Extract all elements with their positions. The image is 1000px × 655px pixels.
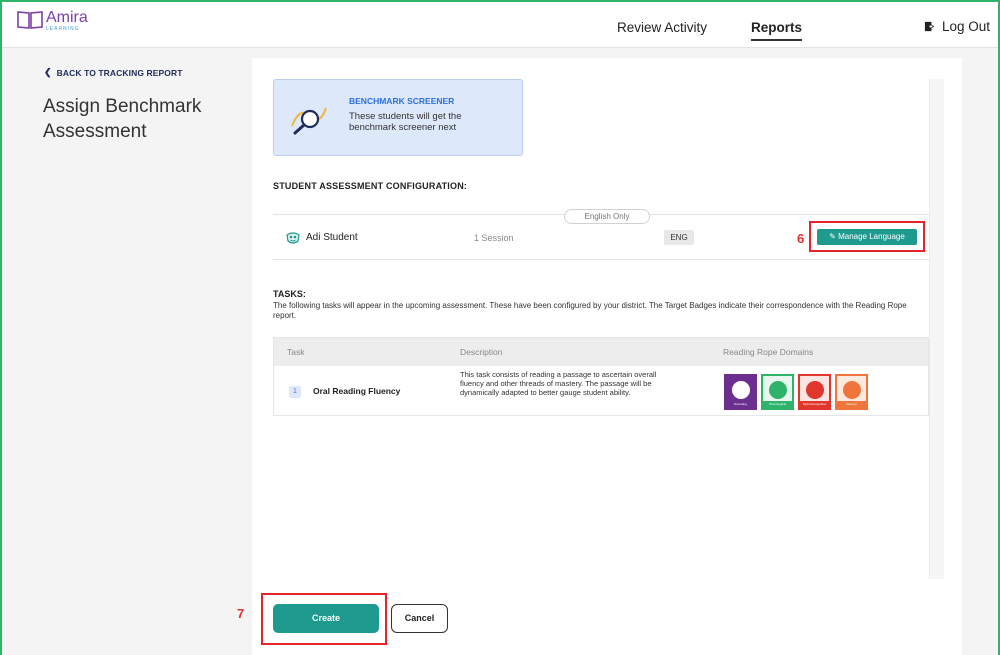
screener-title: BENCHMARK SCREENER: [349, 96, 455, 106]
task-number: 1: [289, 386, 301, 398]
manage-language-label: Manage Language: [838, 232, 905, 241]
student-name: Adi Student: [306, 232, 358, 243]
task-name: Oral Reading Fluency: [313, 386, 401, 396]
badge-caption: Phonological Awareness: [763, 401, 792, 408]
book-logo-icon: [17, 11, 43, 29]
tasks-section-title: TASKS:: [273, 289, 306, 299]
create-button[interactable]: Create: [273, 604, 379, 633]
tasks-table-header: Task Description Reading Rope Domains: [274, 338, 928, 366]
annotation-number-6: 6: [797, 231, 805, 246]
session-count: 1 Session: [474, 233, 514, 243]
sight-recognition-badge: Sight Recognition: [798, 374, 831, 410]
annotation-number-7: 7: [237, 606, 245, 621]
manage-language-button[interactable]: ✎ Manage Language: [817, 229, 917, 245]
cancel-button[interactable]: Cancel: [391, 604, 448, 633]
screener-description: These students will get the benchmark sc…: [349, 111, 462, 133]
phonological-awareness-icon: [769, 381, 787, 399]
task-description: This task consists of reading a passage …: [460, 370, 657, 397]
badge-caption: Sight Recognition: [800, 401, 829, 408]
scrollbar[interactable]: [929, 79, 944, 579]
badge-caption: Decoding: [734, 402, 747, 406]
sight-recognition-icon: [806, 381, 824, 399]
logout-link[interactable]: Log Out: [924, 19, 990, 34]
back-link-label: BACK TO TRACKING REPORT: [56, 67, 183, 78]
amira-logo[interactable]: Amira LEARNING: [17, 10, 88, 32]
phonological-awareness-badge: Phonological Awareness: [761, 374, 794, 410]
nav-reports[interactable]: Reports: [751, 20, 803, 41]
config-section-title: STUDENT ASSESSMENT CONFIGURATION:: [273, 181, 468, 191]
back-to-tracking-report-link[interactable]: ❮ BACK TO TRACKING REPORT: [44, 67, 183, 78]
logo-name: Amira: [46, 9, 88, 26]
language-mode-pill: English Only: [564, 209, 650, 224]
decoding-icon: [732, 381, 750, 399]
badge-caption: Fluency: [837, 401, 866, 408]
fluency-badge: Fluency: [835, 374, 868, 410]
logout-icon: [924, 21, 935, 32]
page-title: Assign Benchmark Assessment: [43, 96, 202, 142]
logo-subtitle: LEARNING: [46, 26, 80, 32]
student-mask-icon: [286, 232, 300, 244]
nav-review-activity[interactable]: Review Activity: [617, 20, 707, 35]
fluency-icon: [843, 381, 861, 399]
edit-icon: ✎: [829, 232, 836, 241]
tasks-description: The following tasks will appear in the u…: [273, 301, 907, 320]
chevron-left-icon: ❮: [44, 67, 52, 77]
column-header-task: Task: [287, 347, 305, 357]
tasks-table: Task Description Reading Rope Domains 1 …: [273, 337, 929, 416]
column-header-reading-rope-domains: Reading Rope Domains: [723, 347, 814, 357]
logout-label: Log Out: [942, 19, 991, 34]
benchmark-screener-card: BENCHMARK SCREENER These students will g…: [273, 79, 523, 156]
decoding-badge: Decoding: [724, 374, 757, 410]
top-navigation-bar: Amira LEARNING Review Activity Reports L…: [2, 2, 998, 48]
column-header-description: Description: [460, 347, 503, 357]
language-badge: ENG: [664, 230, 694, 245]
magnifier-chart-icon: [291, 107, 327, 135]
